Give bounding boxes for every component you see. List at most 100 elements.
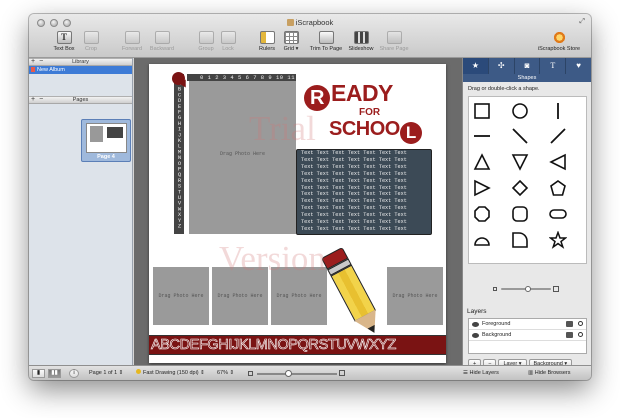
circle-shape[interactable] [511, 102, 529, 120]
hide-layers-button[interactable]: ☰ Hide Layers [463, 369, 499, 378]
photo-placeholder-large[interactable]: Drag Photo Here [189, 74, 296, 234]
alphabet-strip-vertical[interactable]: ABCDEFGHIJKLMNOPQRSTUVWXYZ [174, 74, 184, 234]
browsers-icon: ▥ [528, 370, 534, 376]
zoom-out-icon[interactable] [248, 371, 253, 376]
page-indicator[interactable]: Page 1 of 1 ⇕ [89, 369, 123, 378]
photo-placeholder-4[interactable]: Drag Photo Here [387, 267, 443, 325]
slider-knob[interactable] [525, 286, 531, 292]
album-name: New Album [37, 67, 65, 73]
app-window: iScrapbook ⤢ Text Box Crop Forward Backw… [29, 14, 591, 380]
star-shape[interactable] [548, 230, 568, 249]
camera-icon: ◙ [524, 61, 530, 70]
trim-label: Trim To Page [309, 46, 343, 52]
text-box-line: Text Text Text Text Text Text Text [301, 212, 407, 219]
heart-icon: ♥ [576, 61, 581, 70]
layers-list: Foreground Background [468, 318, 587, 354]
pages-icon: ▮▮ [51, 370, 58, 376]
window-title: iScrapbook [29, 18, 591, 27]
text-box-line: Text Text Text Text Text Text Text [301, 163, 407, 170]
drawing-mode-select[interactable]: Fast Drawing (150 dpi) ⇕ [136, 369, 205, 378]
school-circle-letter: L [399, 122, 422, 144]
eye-icon[interactable] [472, 333, 479, 338]
triangle-right-shape[interactable] [473, 179, 491, 197]
zoom-slider[interactable] [257, 373, 337, 375]
number-strip[interactable]: 0 1 2 3 4 5 6 7 8 9 10 11 12 13 14 15 [187, 74, 296, 81]
large-size-icon [553, 286, 559, 292]
list-icon: ☰ [463, 370, 468, 376]
single-page-view-button[interactable]: ▮ [32, 369, 45, 378]
pages-add-remove[interactable]: +− [31, 96, 47, 103]
photo-placeholder-2[interactable]: Drag Photo Here [212, 267, 268, 325]
page-indicator-text: Page 1 of 1 [89, 370, 118, 376]
diagonal-line-down-shape[interactable] [511, 127, 529, 145]
info-button[interactable]: i [69, 369, 79, 378]
alphabet-bar[interactable]: ABCDEFGHIJKLMNOPQRSTUVWXYZ [149, 335, 446, 355]
iscrapbook-store-button[interactable]: iScrapbook Store [530, 31, 588, 52]
photos-tab[interactable]: ◙ [515, 58, 541, 74]
half-circle-shape[interactable] [473, 231, 491, 249]
lock-label: Lock [222, 46, 234, 52]
for-text[interactable]: FOR [359, 107, 380, 118]
text-box-line: Text Text Text Text Text Text Text [301, 191, 407, 198]
photo-placeholder-label: Drag Photo Here [392, 293, 438, 299]
shapes-tab[interactable]: ★ [463, 58, 489, 74]
print-icon[interactable] [566, 321, 573, 327]
horizontal-line-shape[interactable] [473, 127, 491, 145]
scrapbook-page[interactable]: Drag Photo Here 0 1 2 3 4 5 6 7 8 9 10 1… [149, 64, 446, 363]
window-title-text: iScrapbook [295, 18, 334, 27]
ready-circle-letter: R [304, 85, 330, 111]
square-shape[interactable] [473, 102, 491, 120]
text-box[interactable]: Text Text Text Text Text Text Text Text T… [296, 149, 432, 235]
album-item[interactable]: New Album [29, 66, 132, 74]
embellishments-tab[interactable]: ✣ [489, 58, 515, 74]
small-size-icon [493, 287, 497, 291]
share-page-button[interactable]: Share Page [375, 31, 413, 52]
diamond-shape[interactable] [511, 179, 529, 197]
backward-button[interactable]: Backward [143, 31, 181, 52]
quarter-shape[interactable] [511, 231, 529, 249]
zoom-in-icon[interactable] [339, 370, 345, 376]
triangle-up-shape[interactable] [473, 153, 491, 171]
text-box-line: Text Text Text Text Text Text Text [301, 150, 407, 156]
alphabet-bar-text: ABCDEFGHIJKLMNOPQRSTUVWXYZ [151, 337, 397, 354]
eye-icon[interactable] [472, 322, 479, 327]
rounded-square-shape[interactable] [511, 205, 529, 223]
zoom-knob[interactable] [285, 370, 292, 377]
pushpin-graphic[interactable] [172, 72, 185, 85]
layer-row-foreground[interactable]: Foreground [469, 319, 586, 330]
octagon-shape[interactable] [473, 205, 491, 223]
share-label: Share Page [379, 46, 409, 52]
canvas-area[interactable]: Drag Photo Here 0 1 2 3 4 5 6 7 8 9 10 1… [134, 58, 462, 365]
pages-header: +− Pages [29, 96, 132, 104]
photo-placeholder-3[interactable]: Drag Photo Here [271, 267, 327, 325]
hide-browsers-button[interactable]: ▥ Hide Browsers [528, 369, 571, 378]
page-icon: ▮ [36, 370, 41, 376]
page-thumbnail[interactable]: Page 4 [81, 119, 131, 162]
pentagon-shape[interactable] [549, 179, 567, 197]
school-title[interactable]: SCHOO L [329, 118, 423, 144]
favorites-tab[interactable]: ♥ [566, 58, 591, 74]
fullscreen-icon[interactable]: ⤢ [579, 18, 585, 26]
text-tab[interactable]: T [540, 58, 567, 74]
puzzle-icon: ✣ [497, 61, 505, 70]
zoom-select[interactable]: 67% ⇕ [217, 369, 234, 378]
library-add-remove[interactable]: +− [31, 58, 47, 65]
magnifier-icon[interactable] [578, 321, 583, 326]
crop-button[interactable]: Crop [72, 31, 110, 52]
layer-row-background[interactable]: Background [469, 330, 586, 341]
print-icon[interactable] [566, 332, 573, 338]
pill-shape[interactable] [549, 205, 567, 223]
zoom-text: 67% [217, 370, 229, 376]
vertical-line-shape[interactable] [549, 102, 567, 120]
library-list-space [29, 74, 132, 96]
multi-page-view-button[interactable]: ▮▮ [48, 369, 61, 378]
triangle-left-shape[interactable] [549, 153, 567, 171]
shape-size-slider[interactable] [493, 286, 559, 292]
diagonal-line-up-shape[interactable] [549, 127, 567, 145]
forward-icon [124, 31, 140, 44]
triangle-down-shape[interactable] [511, 153, 529, 171]
page-thumbnail-label: Page 4 [97, 154, 115, 160]
lock-button[interactable]: Lock [209, 31, 247, 52]
photo-placeholder-1[interactable]: Drag Photo Here [153, 267, 209, 325]
magnifier-icon[interactable] [578, 332, 583, 337]
